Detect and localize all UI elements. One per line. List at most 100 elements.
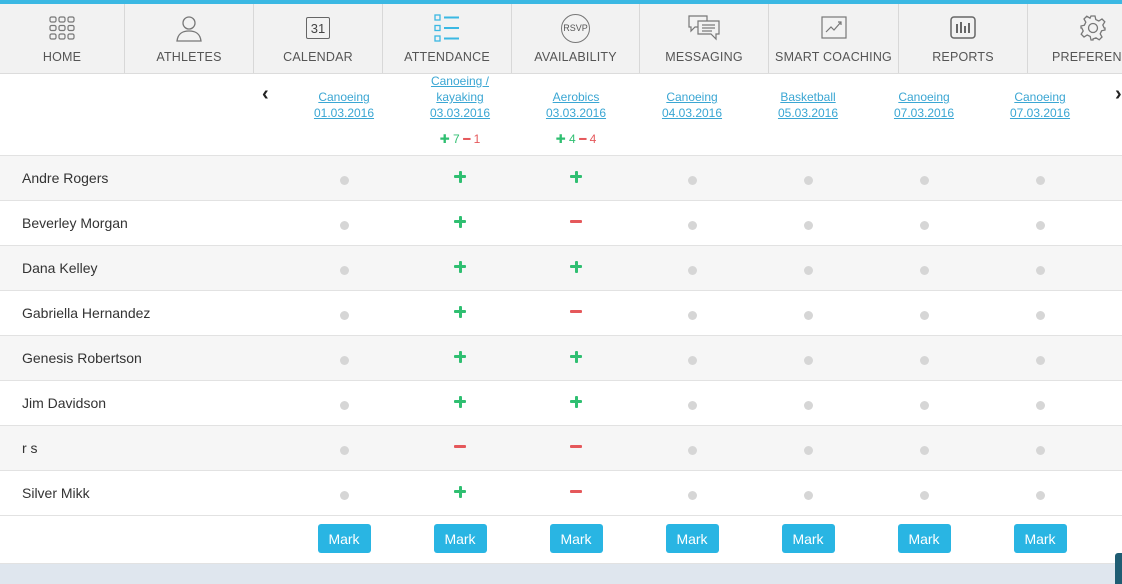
attendance-cell[interactable] — [1020, 471, 1060, 516]
event-title[interactable]: Canoeing — [1014, 90, 1065, 104]
athlete-name[interactable]: Silver Mikk — [22, 485, 90, 501]
attendance-cell[interactable] — [324, 246, 364, 291]
event-date[interactable]: 07.03.2016 — [894, 106, 954, 120]
nav-smart-coaching[interactable]: SMART COACHING — [769, 4, 899, 73]
attendance-cell[interactable] — [1020, 381, 1060, 426]
event-title[interactable]: Canoeing / — [431, 74, 489, 88]
attendance-cell[interactable] — [672, 381, 712, 426]
attendance-cell[interactable] — [1020, 336, 1060, 381]
attendance-cell[interactable] — [904, 471, 944, 516]
attendance-cell[interactable] — [1020, 291, 1060, 336]
mark-button[interactable]: Mark — [665, 524, 719, 553]
event-link-1[interactable]: Canoeing 01.03.2016 — [294, 89, 394, 121]
attendance-cell[interactable] — [788, 426, 828, 471]
attendance-cell[interactable] — [440, 246, 480, 291]
attendance-cell[interactable] — [440, 201, 480, 246]
attendance-cell[interactable] — [440, 381, 480, 426]
attendance-cell[interactable] — [904, 426, 944, 471]
nav-preferences[interactable]: PREFERENCES — [1028, 4, 1122, 73]
attendance-cell[interactable] — [440, 156, 480, 201]
attendance-cell[interactable] — [672, 246, 712, 291]
attendance-cell[interactable] — [1020, 156, 1060, 201]
event-date[interactable]: 01.03.2016 — [314, 106, 374, 120]
attendance-cell[interactable] — [556, 471, 596, 516]
attendance-cell[interactable] — [324, 381, 364, 426]
event-date[interactable]: 05.03.2016 — [778, 106, 838, 120]
event-title[interactable]: Canoeing — [666, 90, 717, 104]
attendance-cell[interactable] — [324, 336, 364, 381]
event-date[interactable]: 07.03.2016 — [1010, 106, 1070, 120]
attendance-cell[interactable] — [556, 381, 596, 426]
event-link-3[interactable]: Aerobics 03.03.2016 — [526, 89, 626, 121]
event-title[interactable]: Canoeing — [318, 90, 369, 104]
attendance-cell[interactable] — [440, 291, 480, 336]
event-date[interactable]: 03.03.2016 — [430, 106, 490, 120]
attendance-cell[interactable] — [788, 246, 828, 291]
next-events-arrow[interactable]: › — [1115, 84, 1122, 104]
nav-attendance[interactable]: ATTENDANCE — [383, 4, 512, 73]
event-link-2[interactable]: Canoeing / kayaking 03.03.2016 — [410, 73, 510, 121]
event-date[interactable]: 03.03.2016 — [546, 106, 606, 120]
event-link-5[interactable]: Basketball 05.03.2016 — [758, 89, 858, 121]
attendance-cell[interactable] — [1020, 426, 1060, 471]
nav-availability[interactable]: RSVP AVAILABILITY — [512, 4, 640, 73]
attendance-cell[interactable] — [556, 156, 596, 201]
attendance-cell[interactable] — [440, 426, 480, 471]
attendance-cell[interactable] — [556, 426, 596, 471]
event-title[interactable]: Canoeing — [898, 90, 949, 104]
nav-reports[interactable]: REPORTS — [899, 4, 1028, 73]
previous-events-arrow[interactable]: ‹ — [262, 84, 269, 104]
attendance-cell[interactable] — [672, 426, 712, 471]
athlete-name[interactable]: Genesis Robertson — [22, 350, 142, 366]
attendance-cell[interactable] — [904, 201, 944, 246]
event-title[interactable]: Aerobics — [553, 90, 600, 104]
nav-messaging[interactable]: MESSAGING — [640, 4, 769, 73]
attendance-cell[interactable] — [788, 156, 828, 201]
athlete-name[interactable]: Jim Davidson — [22, 395, 106, 411]
event-title-line2[interactable]: kayaking — [436, 90, 483, 104]
mark-button[interactable]: Mark — [317, 524, 371, 553]
attendance-cell[interactable] — [672, 201, 712, 246]
athlete-name[interactable]: Beverley Morgan — [22, 215, 128, 231]
attendance-cell[interactable] — [324, 156, 364, 201]
mark-button[interactable]: Mark — [549, 524, 603, 553]
event-link-4[interactable]: Canoeing 04.03.2016 — [642, 89, 742, 121]
nav-home[interactable]: HOME — [0, 4, 125, 73]
attendance-cell[interactable] — [556, 201, 596, 246]
event-link-7[interactable]: Canoeing 07.03.2016 — [990, 89, 1090, 121]
event-date[interactable]: 04.03.2016 — [662, 106, 722, 120]
attendance-cell[interactable] — [1020, 201, 1060, 246]
athlete-name[interactable]: Dana Kelley — [22, 260, 98, 276]
attendance-cell[interactable] — [672, 471, 712, 516]
mark-button[interactable]: Mark — [897, 524, 951, 553]
nav-calendar[interactable]: 31 CALENDAR — [254, 4, 383, 73]
athlete-name[interactable]: Gabriella Hernandez — [22, 305, 150, 321]
attendance-cell[interactable] — [788, 336, 828, 381]
mark-button[interactable]: Mark — [433, 524, 487, 553]
attendance-cell[interactable] — [904, 381, 944, 426]
attendance-cell[interactable] — [324, 471, 364, 516]
athlete-name[interactable]: r s — [22, 440, 38, 456]
attendance-cell[interactable] — [1020, 246, 1060, 291]
nav-athletes[interactable]: ATHLETES — [125, 4, 254, 73]
athlete-name[interactable]: Andre Rogers — [22, 170, 108, 186]
attendance-cell[interactable] — [788, 381, 828, 426]
attendance-cell[interactable] — [324, 201, 364, 246]
attendance-cell[interactable] — [556, 246, 596, 291]
attendance-cell[interactable] — [556, 336, 596, 381]
attendance-cell[interactable] — [324, 426, 364, 471]
attendance-cell[interactable] — [440, 471, 480, 516]
event-link-6[interactable]: Canoeing 07.03.2016 — [874, 89, 974, 121]
attendance-cell[interactable] — [788, 291, 828, 336]
mark-button[interactable]: Mark — [1013, 524, 1067, 553]
attendance-cell[interactable] — [904, 291, 944, 336]
attendance-cell[interactable] — [672, 291, 712, 336]
attendance-cell[interactable] — [324, 291, 364, 336]
attendance-cell[interactable] — [904, 246, 944, 291]
attendance-cell[interactable] — [672, 336, 712, 381]
attendance-cell[interactable] — [788, 471, 828, 516]
feedback-tab[interactable] — [1115, 553, 1122, 584]
attendance-cell[interactable] — [788, 201, 828, 246]
event-title[interactable]: Basketball — [780, 90, 835, 104]
attendance-cell[interactable] — [440, 336, 480, 381]
